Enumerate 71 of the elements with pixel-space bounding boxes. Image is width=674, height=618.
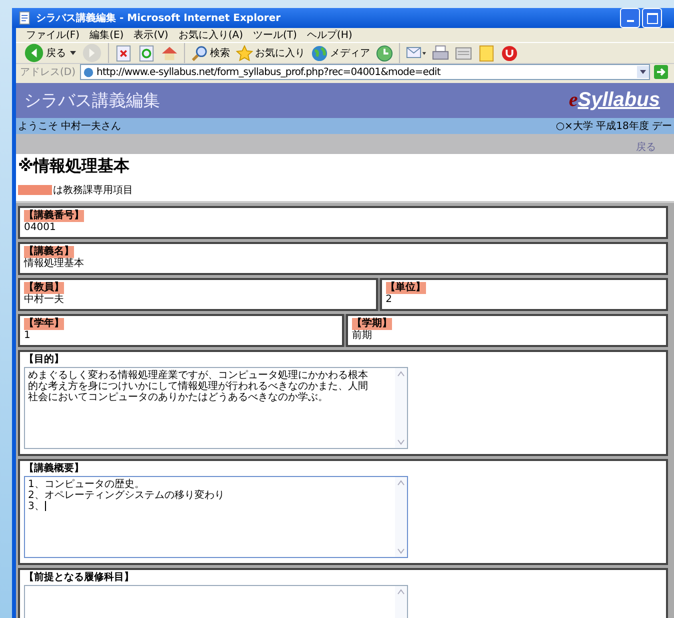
text-line: 1、コンピュータの歴史。 (28, 479, 146, 490)
scroll-up-icon[interactable] (396, 478, 406, 488)
note-icon (478, 44, 495, 62)
star-icon (236, 44, 253, 62)
field-value: 2 (386, 294, 393, 306)
text-line: 社会においてコンピュータのありかたはどうあるべきなのか学ぶ。 (28, 392, 329, 403)
dropdown-icon[interactable] (637, 66, 649, 78)
course-title: ※情報処理基本 (17, 155, 131, 177)
text-line: 的な考え方を身につけいかにして情報処理が行われるべきなのかまた、人間 (28, 381, 369, 392)
note-button[interactable] (478, 44, 495, 62)
menu-item[interactable]: お気に入り(A) (178, 28, 243, 42)
media-button[interactable]: メディア (311, 44, 370, 62)
field-value: 前期 (352, 330, 373, 342)
window-title: シラバス講義編集 - Microsoft Internet Explorer (36, 12, 282, 25)
field-label: 【目的】 (24, 354, 64, 366)
scroll-up-icon[interactable] (396, 587, 406, 597)
page-icon (18, 11, 32, 25)
page-icon (82, 66, 94, 78)
field-label: 【学年】 (24, 318, 64, 330)
stop-icon (115, 44, 132, 62)
stop-button[interactable] (115, 44, 132, 62)
history-button[interactable] (376, 44, 393, 62)
field-value: 04001 (24, 222, 57, 234)
field-value: 情報処理基本 (24, 258, 85, 270)
scroll-down-icon[interactable] (396, 437, 406, 447)
scroll-up-icon[interactable] (396, 369, 406, 379)
print-button[interactable] (432, 44, 449, 62)
text-line: 2、オペレーティングシステムの移り変わり (28, 490, 226, 501)
field-label: 【講義名】 (24, 246, 74, 258)
field-value: 1 (24, 330, 32, 342)
field-value: 中村一夫 (24, 294, 65, 306)
go-arrow-icon[interactable] (654, 65, 668, 79)
refresh-button[interactable] (138, 44, 155, 62)
menu-item[interactable]: 編集(E) (90, 28, 124, 42)
welcome-text: ようこそ 中村一夫さん (18, 120, 122, 133)
legend-text: は教務課専用項目 (53, 184, 133, 197)
legend-swatch (18, 185, 52, 195)
field-label: 【講義番号】 (24, 210, 84, 222)
refresh-icon (138, 44, 155, 62)
search-button[interactable]: 検索 (191, 44, 230, 62)
page-heading: シラバス講義編集 (24, 90, 160, 112)
text-line: 3、 (28, 501, 48, 512)
field-label: 【講義概要】 (24, 463, 84, 475)
home-button[interactable] (161, 44, 178, 62)
globe-icon (311, 44, 328, 62)
field-label: 【単位】 (386, 282, 426, 294)
favorites-button[interactable]: お気に入り (236, 44, 305, 62)
logo: eSyllabus (568, 89, 660, 112)
field-label: 【学期】 (352, 318, 392, 330)
text-area[interactable]: めまぐるしく変わる情報処理産業ですが、コンピュータ処理にかかわる根本 的な考え方を身につけいかにして情報処理が行われるべきなのかまた、人間 社会においてコンピュータのありかたはどうあるべきなのか学ぶ。 (24, 367, 408, 449)
maximize-button[interactable] (642, 8, 662, 28)
menu-item[interactable]: ツール(T) (253, 28, 297, 42)
text-area[interactable]: 1、コンピュータの歴史。 2、オペレーティングシステムの移り変わり 3、 (24, 476, 408, 558)
window-icon (455, 44, 472, 62)
scroll-down-icon[interactable] (396, 546, 406, 556)
menu-item[interactable]: ファイル(F) (26, 28, 80, 42)
power-button[interactable] (501, 44, 518, 62)
search-icon (191, 44, 208, 62)
text-line: めまぐるしく変わる情報処理産業ですが、コンピュータ処理にかかわる根本 (28, 370, 369, 381)
minimize-button[interactable] (620, 8, 640, 28)
home-icon (161, 44, 178, 62)
address-label: アドレス(D) (20, 66, 76, 79)
university-text: ○×大学 平成18年度 デー (556, 120, 672, 133)
back-button[interactable]: 戻る (24, 43, 76, 63)
field-label: 【教員】 (24, 282, 64, 294)
field-label: 【前提となる履修科目】 (24, 572, 134, 584)
address-field[interactable]: http://www.e-syllabus.net/form_syllabus_prof.php?rec=04001&mode=edit (80, 64, 650, 80)
menu-item[interactable]: ヘルプ(H) (306, 28, 352, 42)
caret-icon (70, 51, 76, 55)
edit-button[interactable] (455, 44, 472, 62)
menu-item[interactable]: 表示(V) (134, 28, 168, 42)
